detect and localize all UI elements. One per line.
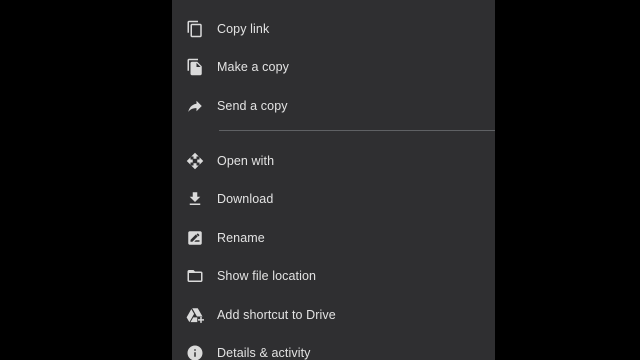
menu-item-make-a-copy[interactable]: Make a copy — [172, 48, 495, 86]
menu-item-show-file-location[interactable]: Show file location — [172, 257, 495, 295]
menu-item-label: Details & activity — [217, 346, 311, 360]
menu-item-open-with[interactable]: Open with — [172, 142, 495, 180]
menu-divider — [219, 130, 495, 131]
menu-item-label: Show file location — [217, 269, 317, 283]
menu-item-label: Add shortcut to Drive — [217, 308, 336, 322]
menu-item-label: Download — [217, 192, 274, 206]
menu-item-details-and-activity[interactable]: Details & activity — [172, 334, 495, 360]
drive-shortcut-icon — [186, 306, 204, 324]
download-icon — [186, 190, 204, 208]
make-copy-icon — [186, 58, 204, 76]
menu-item-send-a-copy[interactable]: Send a copy — [172, 87, 495, 125]
menu-item-label: Send a copy — [217, 99, 288, 113]
menu-item-label: Open with — [217, 154, 275, 168]
menu-item-rename[interactable]: Rename — [172, 219, 495, 257]
rename-icon — [186, 229, 204, 247]
file-actions-bottom-sheet: Copy link Make a copy Send a copy Open w… — [172, 0, 495, 360]
menu-item-copy-link[interactable]: Copy link — [172, 10, 495, 48]
copy-link-icon — [186, 20, 204, 38]
open-with-icon — [186, 152, 204, 170]
menu-item-download[interactable]: Download — [172, 180, 495, 218]
folder-icon — [186, 267, 204, 285]
share-arrow-icon — [186, 97, 204, 115]
info-icon — [186, 344, 204, 360]
menu-item-label: Make a copy — [217, 60, 289, 74]
menu-item-label: Copy link — [217, 22, 270, 36]
menu-item-add-shortcut-to-drive[interactable]: Add shortcut to Drive — [172, 296, 495, 334]
menu-item-label: Rename — [217, 231, 265, 245]
screen: Copy link Make a copy Send a copy Open w… — [0, 0, 640, 360]
